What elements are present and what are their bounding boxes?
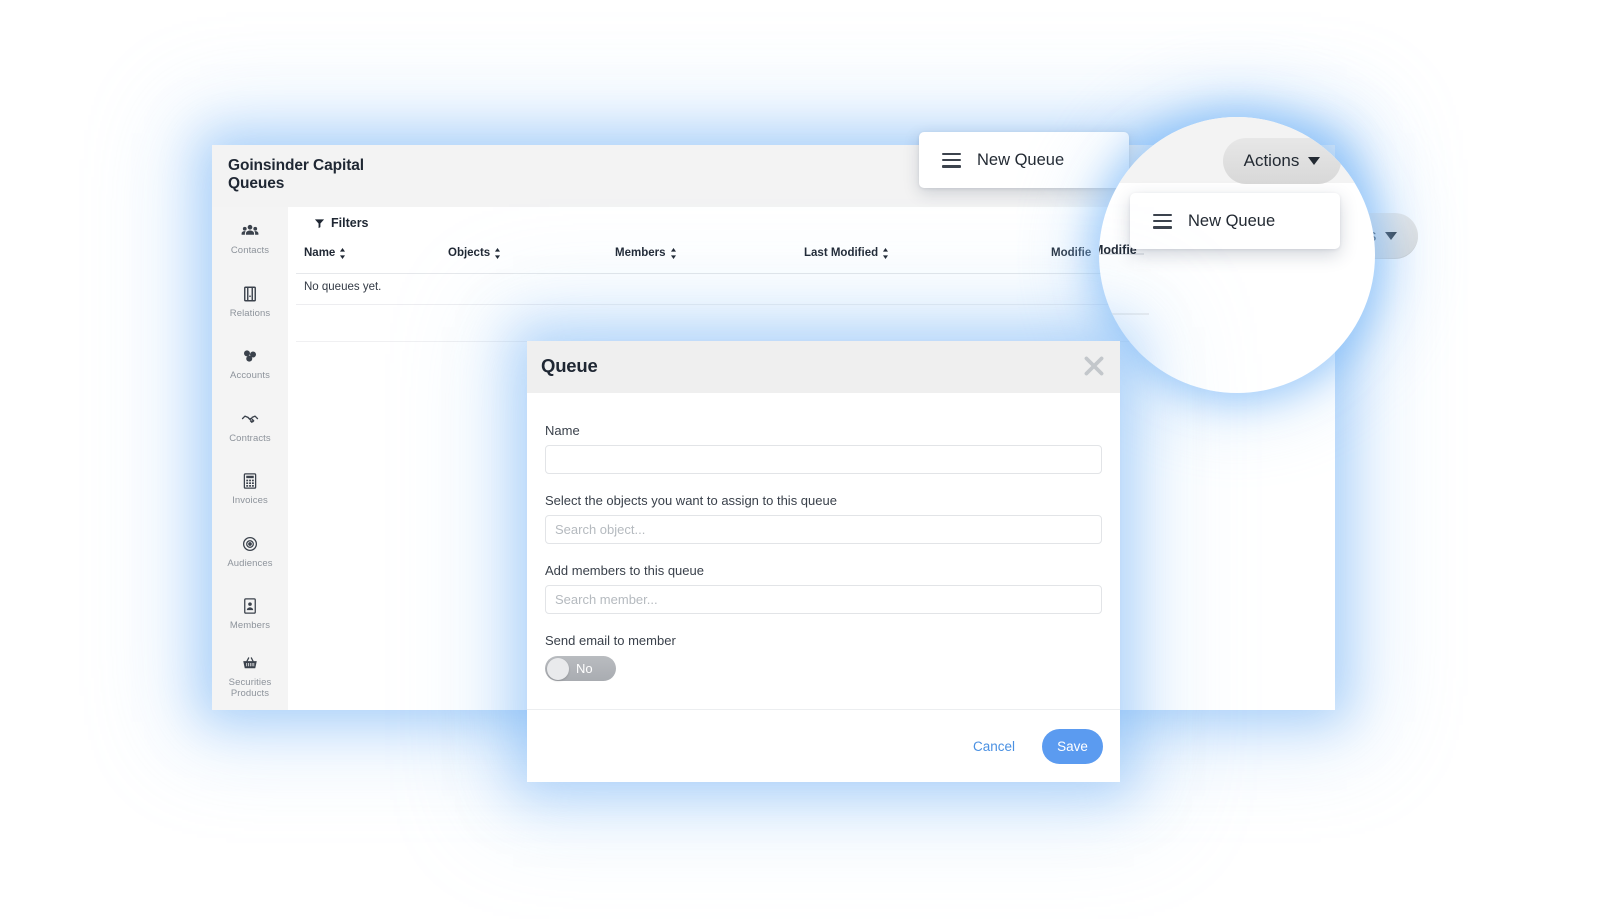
send-email-toggle[interactable]: No: [545, 656, 616, 681]
sidebar-item-members[interactable]: Members: [212, 582, 288, 645]
relations-icon: [241, 285, 259, 303]
magnified-actions-button[interactable]: Actions: [1223, 138, 1341, 184]
name-input[interactable]: [545, 445, 1102, 474]
magnified-menu-item-label: New Queue: [1188, 211, 1276, 230]
contacts-icon: [241, 222, 259, 240]
filters-label: Filters: [331, 216, 369, 230]
field-members: Add members to this queue: [545, 563, 1102, 614]
toggle-knob: [546, 657, 569, 680]
audiences-icon: [241, 535, 259, 553]
filters-control[interactable]: Filters: [314, 216, 369, 230]
objects-search-input[interactable]: [545, 515, 1102, 544]
column-header-objects[interactable]: Objects: [448, 247, 501, 259]
magnifier-lens: Modifie Actions New Queue: [1099, 117, 1375, 393]
sidebar-item-label: Relations: [229, 307, 271, 319]
field-label-objects: Select the objects you want to assign to…: [545, 493, 837, 508]
column-header-name[interactable]: Name: [304, 247, 346, 259]
hamburger-icon: [942, 152, 961, 168]
filter-icon: [314, 218, 325, 229]
magnified-actions-label: Actions: [1243, 151, 1300, 170]
page-title-line1: Goinsinder Capital: [228, 157, 364, 174]
column-header-modified-by[interactable]: Modifie: [1051, 247, 1091, 259]
field-name: Name: [545, 423, 1102, 474]
securities-products-icon: [241, 654, 259, 672]
sidebar-item-label: Invoices: [232, 495, 268, 507]
accounts-icon: [241, 347, 259, 365]
screenshot-stage: Goinsinder Capital Queues Contacts Relat…: [0, 0, 1600, 919]
sort-icon: [882, 247, 889, 259]
magnifier-content: Modifie Actions New Queue: [1099, 117, 1375, 393]
sidebar-item-label: Members: [229, 620, 271, 632]
magnified-dropdown-menu[interactable]: New Queue: [1130, 193, 1340, 249]
sidebar-item-securities-products[interactable]: Securities Products: [212, 645, 288, 708]
modal-footer: Cancel Save: [527, 709, 1120, 782]
sidebar-item-accounts[interactable]: Accounts: [212, 332, 288, 395]
members-search-input[interactable]: [545, 585, 1102, 614]
sidebar-item-label: Securities Products: [228, 677, 272, 700]
chevron-down-icon: [1385, 232, 1398, 240]
sidebar-item-contracts[interactable]: Contracts: [212, 395, 288, 458]
sidebar-item-contacts[interactable]: Contacts: [212, 207, 288, 270]
column-header-label: Objects: [448, 247, 491, 259]
sidebar-item-invoices[interactable]: Invoices: [212, 457, 288, 520]
sidebar-item-label: Accounts: [230, 370, 270, 382]
field-send-email: Send email to member No: [545, 633, 1102, 681]
menu-item-new-queue-label: New Queue: [977, 150, 1065, 169]
sort-icon: [339, 247, 346, 259]
column-header-last-modified[interactable]: Last Modified: [804, 247, 889, 259]
sort-icon: [670, 247, 677, 259]
column-header-label: Members: [615, 247, 666, 259]
magnified-divider: [1099, 313, 1149, 315]
sidebar-item-audiences[interactable]: Audiences: [212, 520, 288, 583]
empty-state-message: No queues yet.: [304, 281, 382, 293]
page-title-line2: Queues: [228, 175, 285, 192]
contracts-icon: [241, 410, 259, 428]
modal-body: Name Select the objects you want to assi…: [527, 393, 1120, 681]
actions-dropdown-menu[interactable]: New Queue: [919, 132, 1129, 188]
column-header-label: Name: [304, 247, 336, 259]
close-icon[interactable]: [1081, 353, 1107, 379]
sort-icon: [494, 247, 501, 259]
cancel-button[interactable]: Cancel: [967, 738, 1021, 755]
modal-title: Queue: [541, 355, 598, 376]
sidebar: Contacts Relations Accounts Contracts In…: [212, 207, 288, 710]
column-header-label: Last Modified: [804, 247, 879, 259]
sidebar-item-relations[interactable]: Relations: [212, 270, 288, 333]
chevron-down-icon: [1308, 157, 1321, 165]
hamburger-icon: [1153, 213, 1172, 229]
modal-header: Queue: [527, 341, 1120, 393]
sidebar-item-label: Audiences: [227, 557, 273, 569]
column-header-members[interactable]: Members: [615, 247, 677, 259]
members-icon: [241, 597, 259, 615]
page-title: Goinsinder Capital Queues: [228, 157, 364, 193]
field-label-members: Add members to this queue: [545, 563, 704, 578]
field-objects: Select the objects you want to assign to…: [545, 493, 1102, 544]
queue-modal: Queue Name Select the objects you want t…: [527, 341, 1120, 782]
save-button[interactable]: Save: [1042, 728, 1103, 764]
field-label-name: Name: [545, 423, 580, 438]
toggle-value-label: No: [576, 661, 593, 676]
sidebar-item-label: Contacts: [230, 245, 270, 257]
field-label-send-email: Send email to member: [545, 633, 676, 648]
invoices-icon: [241, 472, 259, 490]
sidebar-item-label: Contracts: [229, 432, 271, 444]
column-header-label: Modifie: [1051, 247, 1092, 259]
